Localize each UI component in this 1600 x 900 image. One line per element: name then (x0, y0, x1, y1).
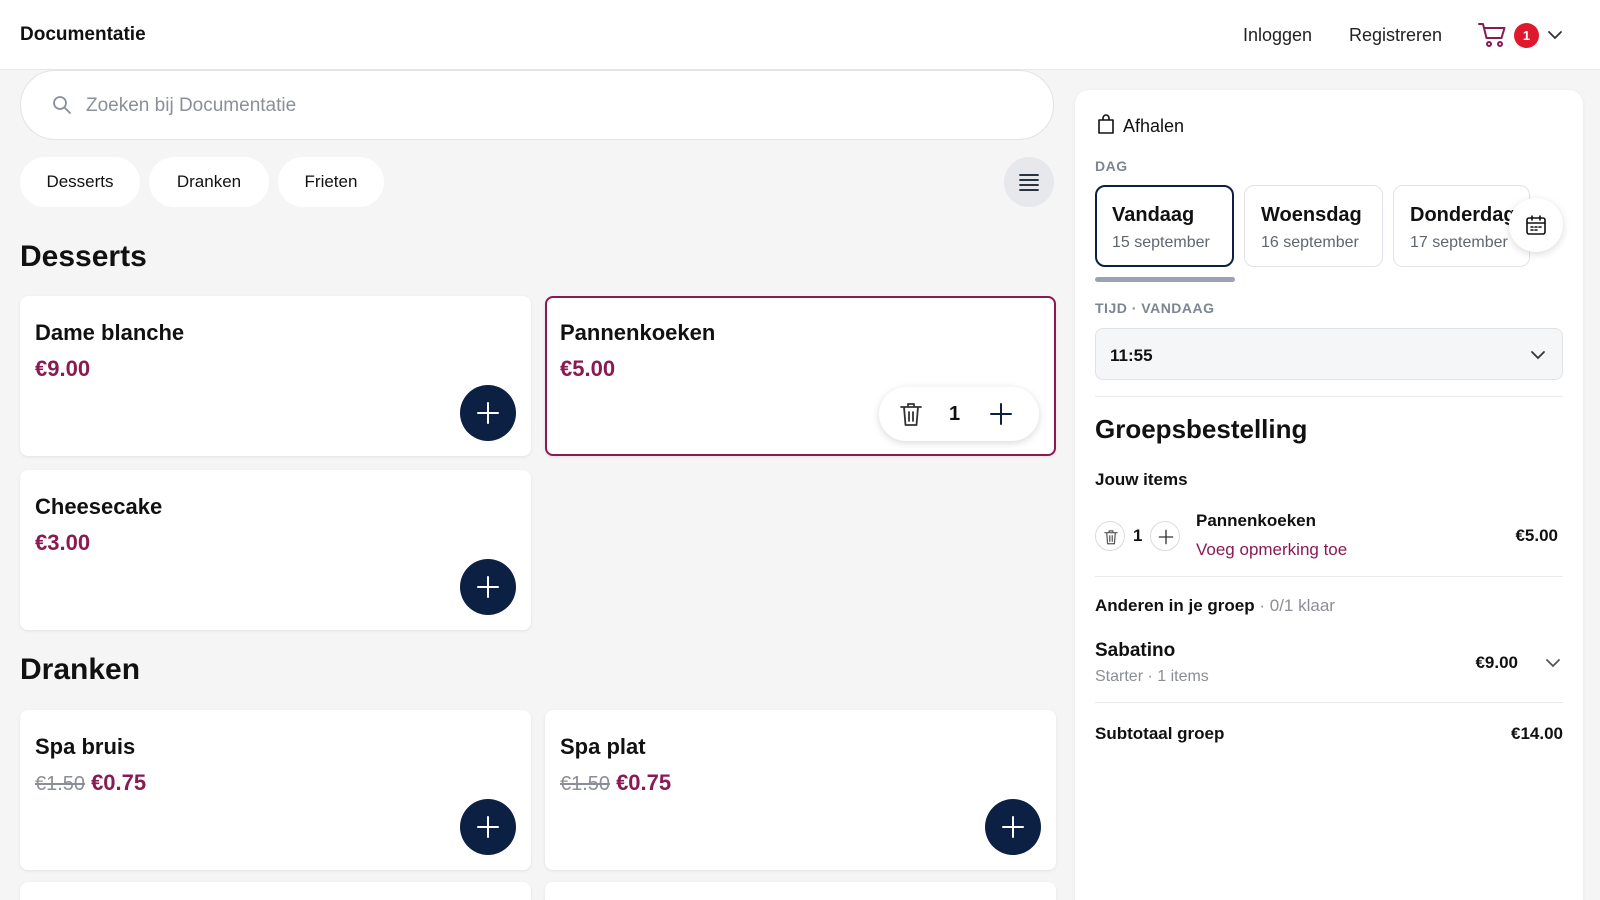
product-card-dame-blanche[interactable]: Dame blanche €9.00 (20, 296, 531, 456)
section-title-dranken: Dranken (20, 653, 141, 686)
list-icon (1019, 174, 1039, 191)
day-label: DAG (1095, 158, 1128, 174)
group-member-name: Sabatino (1095, 640, 1176, 661)
product-name: Dame blanche (35, 320, 185, 345)
day-date: 16 september (1261, 234, 1359, 251)
product-card-partial (20, 882, 531, 900)
plus-icon (1158, 529, 1174, 545)
quantity-stepper: 1 (879, 387, 1039, 441)
subtotal-value: €14.00 (1511, 724, 1563, 743)
remove-item-button[interactable] (1095, 521, 1125, 551)
increase-item-button[interactable] (1150, 521, 1180, 551)
day-name: Donderdag (1410, 204, 1516, 226)
plus-icon (477, 816, 499, 838)
product-card-partial (545, 882, 1056, 900)
top-header: Documentatie Inloggen Registreren 1 (0, 0, 1600, 70)
calendar-button[interactable] (1509, 198, 1563, 252)
register-link[interactable]: Registreren (1349, 25, 1442, 46)
brand-title[interactable]: Documentatie (20, 24, 146, 46)
chevron-down-icon (1531, 351, 1545, 360)
day-scrollbar[interactable] (1095, 277, 1235, 282)
group-order-title: Groepsbestelling (1095, 414, 1308, 444)
quantity-value: 1 (949, 403, 961, 425)
item-quantity: 1 (1133, 526, 1143, 545)
product-price: €0.75 (91, 770, 147, 795)
product-price: €5.00 (560, 356, 616, 381)
calendar-icon (1526, 215, 1546, 235)
time-value: 11:55 (1110, 346, 1153, 365)
day-date: 17 september (1410, 234, 1508, 251)
group-member-status: Starter · 1 items (1095, 668, 1209, 685)
product-name: Pannenkoeken (560, 320, 716, 345)
day-name: Woensdag (1261, 204, 1362, 226)
trash-icon (1104, 530, 1118, 545)
product-name: Cheesecake (35, 494, 163, 519)
divider (1095, 396, 1563, 397)
day-option-today[interactable]: Vandaag 15 september (1095, 185, 1234, 267)
group-member-price: €9.00 (1475, 653, 1518, 672)
cart-count-badge: 1 (1514, 23, 1539, 48)
day-date: 15 september (1112, 234, 1210, 251)
plus-icon[interactable] (989, 402, 1013, 426)
login-link[interactable]: Inloggen (1243, 25, 1312, 46)
product-old-price: €1.50 (560, 773, 611, 795)
add-to-cart-button[interactable] (985, 799, 1041, 855)
category-chip-dranken[interactable]: Dranken (149, 157, 269, 207)
day-name: Vandaag (1112, 204, 1195, 226)
product-price: €3.00 (35, 530, 91, 555)
divider (1095, 576, 1563, 577)
add-to-cart-button[interactable] (460, 559, 516, 615)
category-chip-desserts[interactable]: Desserts (20, 157, 140, 207)
item-price: €5.00 (1515, 526, 1558, 545)
shopping-bag-icon (1098, 114, 1114, 134)
section-title-desserts: Desserts (20, 240, 147, 273)
search-icon (53, 96, 71, 114)
plus-icon (477, 402, 499, 424)
product-card-cheesecake[interactable]: Cheesecake €3.00 (20, 470, 531, 630)
others-in-group-label: Anderen in je groep · 0/1 klaar (1095, 596, 1335, 615)
day-option-wednesday[interactable]: Woensdag 16 september (1244, 185, 1383, 267)
subtotal-label: Subtotaal groep (1095, 724, 1225, 743)
product-price: €0.75 (616, 770, 672, 795)
divider (1095, 702, 1563, 703)
product-card-spa-plat[interactable]: Spa plat €1.50 €0.75 (545, 710, 1056, 870)
chevron-down-icon[interactable] (1547, 27, 1563, 43)
add-to-cart-button[interactable] (460, 385, 516, 441)
plus-icon (477, 576, 499, 598)
item-name: Pannenkoeken (1196, 511, 1316, 530)
your-items-label: Jouw items (1095, 470, 1188, 489)
product-card-spa-bruis[interactable]: Spa bruis €1.50 €0.75 (20, 710, 531, 870)
trash-icon[interactable] (899, 401, 923, 427)
pickup-mode-label[interactable]: Afhalen (1123, 116, 1184, 137)
product-card-pannenkoeken[interactable]: Pannenkoeken €5.00 1 (545, 296, 1056, 456)
chevron-down-icon[interactable] (1545, 655, 1561, 671)
time-select[interactable]: 11:55 (1095, 328, 1563, 380)
product-old-price: €1.50 (35, 773, 86, 795)
group-ready-status: · 0/1 klaar (1254, 596, 1335, 615)
product-price: €9.00 (35, 356, 91, 381)
time-label: TIJD · VANDAAG (1095, 300, 1215, 316)
search-input[interactable] (86, 91, 986, 121)
add-note-link[interactable]: Voeg opmerking toe (1196, 540, 1347, 560)
category-chip-frieten[interactable]: Frieten (278, 157, 384, 207)
product-name: Spa plat (560, 734, 646, 759)
product-name: Spa bruis (35, 734, 136, 759)
cart-icon[interactable] (1478, 22, 1508, 48)
add-to-cart-button[interactable] (460, 799, 516, 855)
category-list-button[interactable] (1004, 157, 1054, 207)
plus-icon (1002, 816, 1024, 838)
